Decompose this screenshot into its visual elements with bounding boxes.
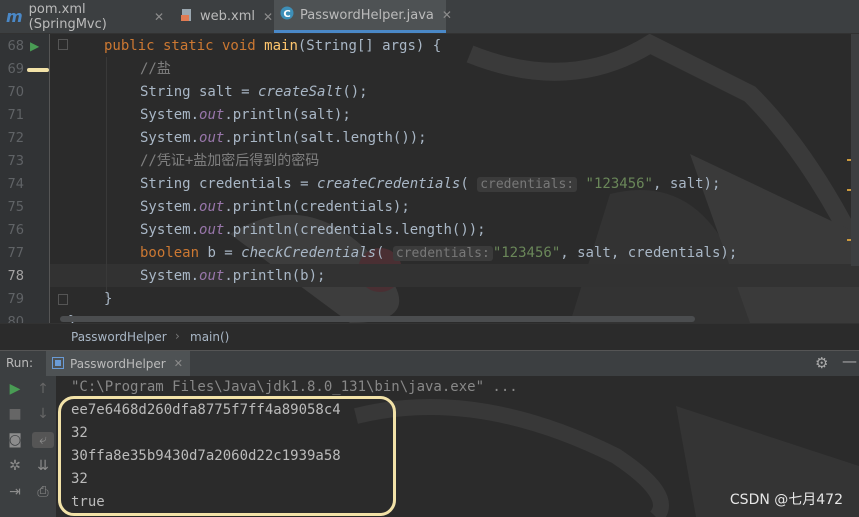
close-icon[interactable]: ✕ [154, 10, 164, 24]
down-arrow-icon[interactable]: ↓ [32, 406, 54, 422]
run-toolbar: ▶ ■ ◙ ✲ ⇥ ↑ ↓ ⤶ ⇊ ⎙ [0, 376, 56, 517]
line-number: 75 [7, 200, 24, 215]
breadcrumb-class[interactable]: PasswordHelper [71, 330, 167, 344]
code-editor[interactable]: 68 69 70 71 72 73 74 75 76 77 78 79 80 ▶… [0, 34, 859, 323]
horizontal-scrollbar[interactable] [60, 316, 695, 322]
code-line-79: } [104, 291, 113, 307]
code-line-72: System.out.println(salt.length()); [140, 130, 427, 146]
rerun-icon[interactable]: ▶ [4, 381, 26, 397]
fold-icon[interactable] [58, 294, 68, 305]
vertical-scrollbar[interactable] [851, 34, 859, 266]
tab-label: PasswordHelper.java [300, 7, 434, 23]
code-line-75: System.out.println(credentials); [140, 199, 410, 215]
code-line-76: System.out.println(credentials.length())… [140, 222, 486, 238]
line-number: 80 [7, 315, 24, 323]
indent-guide [106, 57, 107, 297]
code-line-71: System.out.println(salt); [140, 107, 351, 123]
run-tab-label: PasswordHelper [70, 356, 166, 371]
svg-text:C: C [283, 9, 290, 20]
watermark: CSDN @七月472 [729, 492, 843, 508]
settings-icon[interactable]: ✲ [4, 458, 26, 474]
line-number: 74 [7, 177, 24, 192]
code-line-77: boolean b = checkCredentials( credential… [140, 245, 738, 261]
close-icon[interactable]: ✕ [263, 10, 273, 24]
bookmark-marker [27, 68, 49, 72]
exit-icon[interactable]: ⇥ [4, 484, 26, 500]
line-number-gutter: 68 69 70 71 72 73 74 75 76 77 78 79 80 ▶ [0, 34, 68, 323]
tab-label: pom.xml (SpringMvc) [28, 1, 107, 32]
code-line-73: //凭证+盐加密后得到的密码 [140, 153, 320, 169]
scroll-to-end-icon[interactable]: ⇊ [32, 458, 54, 474]
line-number: 72 [7, 131, 24, 146]
run-gutter-icon[interactable]: ▶ [30, 39, 39, 53]
print-icon[interactable]: ⎙ [32, 484, 54, 500]
line-number: 70 [7, 85, 24, 100]
breadcrumb-separator: › [175, 329, 180, 343]
code-line-70: String salt = createSalt(); [140, 84, 368, 100]
gear-icon[interactable]: ⚙ [815, 354, 828, 372]
line-number: 68 [7, 39, 24, 54]
line-number: 73 [7, 154, 24, 169]
tab-passwordhelper-java[interactable]: C PasswordHelper.java ✕ [274, 0, 452, 33]
tab-pom-xml[interactable]: m pom.xml (SpringMvc) ✕ [0, 0, 170, 33]
breadcrumb-method[interactable]: main() [190, 330, 229, 344]
code-line-69: //盐 [140, 61, 171, 77]
fold-icon[interactable] [58, 39, 68, 50]
run-tab[interactable]: PasswordHelper ✕ [46, 351, 190, 376]
tab-label: web.xml [200, 9, 255, 24]
up-arrow-icon[interactable]: ↑ [32, 381, 54, 397]
line-number: 78 [7, 269, 24, 284]
minimize-icon[interactable]: — [842, 352, 857, 370]
soft-wrap-icon[interactable]: ⤶ [32, 432, 54, 448]
parameter-hint: credentials: [392, 246, 493, 261]
java-class-icon: C [280, 6, 294, 24]
line-number: 77 [7, 246, 24, 261]
line-number: 76 [7, 223, 24, 238]
stop-icon[interactable]: ■ [4, 406, 26, 422]
editor-tab-bar: m pom.xml (SpringMvc) ✕ web.xml ✕ C Pass… [0, 0, 859, 34]
close-icon[interactable]: ✕ [174, 357, 183, 370]
line-number: 71 [7, 108, 24, 123]
line-number: 79 [7, 292, 24, 307]
run-label: Run: [6, 356, 34, 370]
run-config-icon [52, 354, 64, 373]
code-line-74: String credentials = createCredentials( … [140, 176, 721, 192]
tab-web-xml[interactable]: web.xml ✕ [174, 0, 273, 33]
parameter-hint: credentials: [477, 177, 578, 192]
output-highlight-annotation [58, 396, 396, 516]
xml-file-icon [180, 8, 194, 26]
close-icon[interactable]: ✕ [442, 8, 452, 22]
code-line-68: public static void main(String[] args) { [104, 38, 442, 54]
run-tool-window-header: Run: PasswordHelper ✕ ⚙ — [0, 350, 859, 376]
line-number: 69 [7, 62, 24, 77]
maven-icon: m [6, 7, 23, 26]
camera-icon[interactable]: ◙ [4, 432, 26, 448]
breadcrumb: PasswordHelper › main() [0, 323, 859, 350]
code-line-78: System.out.println(b); [140, 268, 326, 284]
